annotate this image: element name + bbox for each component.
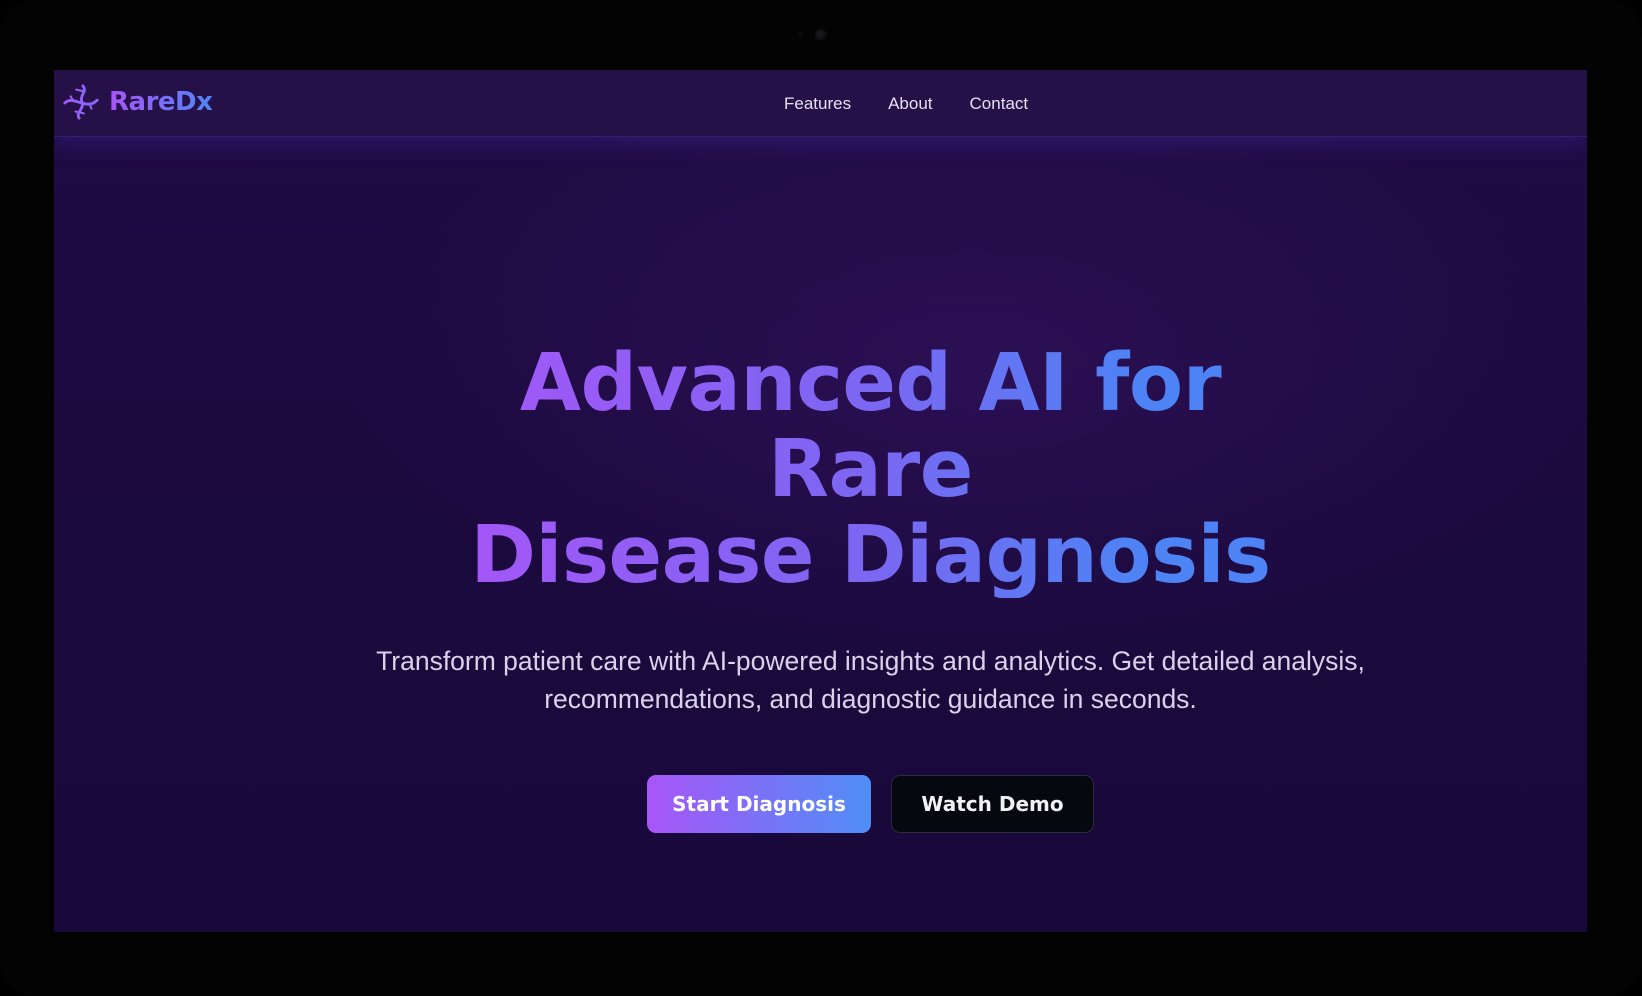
nav-links: Features About Contact: [784, 70, 1028, 137]
watch-demo-button[interactable]: Watch Demo: [891, 775, 1094, 833]
hero-subtitle-line-1: Transform patient care with AI-powered i…: [376, 646, 1365, 676]
navbar: RareDx Features About Contact: [54, 70, 1587, 137]
hero-subtitle-line-2: recommendations, and diagnostic guidance…: [544, 684, 1197, 714]
nav-link-about[interactable]: About: [888, 94, 932, 114]
hero-title: Advanced AI for Rare Disease Diagnosis: [421, 340, 1321, 598]
camera-icon: [815, 29, 827, 41]
brand-name: RareDx: [109, 87, 213, 117]
hero-section: Advanced AI for Rare Disease Diagnosis T…: [54, 340, 1587, 833]
browser-viewport: RareDx Features About Contact Advanced A…: [54, 70, 1587, 932]
device-frame: RareDx Features About Contact Advanced A…: [0, 0, 1642, 996]
hero-title-line-1: Advanced AI for Rare: [519, 337, 1222, 515]
dna-icon: [63, 84, 99, 120]
start-diagnosis-button[interactable]: Start Diagnosis: [647, 775, 871, 833]
hero-buttons: Start Diagnosis Watch Demo: [154, 775, 1587, 833]
nav-link-features[interactable]: Features: [784, 94, 851, 114]
nav-link-contact[interactable]: Contact: [970, 94, 1029, 114]
sensor-dot: [798, 32, 803, 37]
hero-title-line-2: Disease Diagnosis: [470, 509, 1271, 601]
hero-subtitle: Transform patient care with AI-powered i…: [331, 642, 1411, 718]
brand[interactable]: RareDx: [62, 80, 213, 124]
